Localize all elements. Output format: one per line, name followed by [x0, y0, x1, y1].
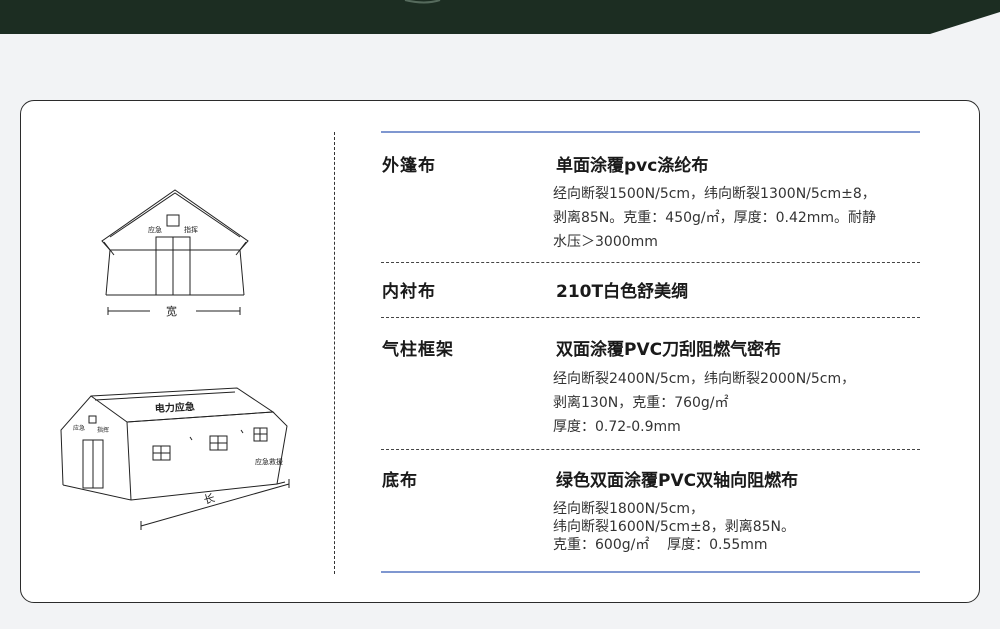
roof-text: 电力应急: [154, 400, 195, 415]
spec-label-floor: 底布: [382, 471, 418, 491]
row-separator-1: [381, 262, 920, 263]
row-separator-2: [381, 317, 920, 318]
tent-side-illustration: 电力应急 应急 指挥 应急救援 长: [60, 387, 290, 530]
bottom-accent-rule: [381, 571, 920, 573]
spec-title-lining: 210T白色舒美绸: [556, 282, 689, 302]
spec-desc-line: 剥离130N，克重：760g/㎡: [553, 395, 729, 411]
spec-desc-air-frame: 经向断裂2400N/5cm，纬向断裂2000N/5cm， 剥离130N，克重：7…: [553, 367, 923, 439]
side-sign: 应急救援: [255, 457, 283, 466]
spec-title-outer-fabric: 单面涂覆pvc涤纶布: [556, 156, 709, 176]
spec-desc-line: 经向断裂2400N/5cm，纬向断裂2000N/5cm，: [553, 371, 856, 387]
spec-desc-outer-fabric: 经向断裂1500N/5cm，纬向断裂1300N/5cm±8， 剥离85N。克重：…: [553, 182, 923, 254]
vertical-dashed-divider: [334, 132, 335, 574]
spec-desc-floor: 经向断裂1800N/5cm， 纬向断裂1600N/5cm±8，剥离85N。 克重…: [553, 500, 923, 554]
spec-desc-line: 克重：600g/㎡ 厚度：0.55mm: [553, 537, 768, 553]
tent-front-illustration: 应急 指挥 宽: [101, 189, 249, 318]
width-label: 宽: [166, 304, 177, 318]
spec-desc-line: 经向断裂1800N/5cm，: [553, 501, 705, 517]
spec-label-outer-fabric: 外篷布: [382, 156, 436, 176]
spec-title-air-frame: 双面涂覆PVC刀刮阻燃气密布: [556, 340, 782, 360]
front-sign-left: 应急: [148, 225, 162, 234]
spec-desc-line: 剥离85N。克重：450g/㎡，厚度：0.42mm。耐静: [553, 210, 877, 226]
spec-desc-line: 厚度：0.72-0.9mm: [553, 419, 681, 435]
top-accent-rule: [381, 131, 920, 133]
front-sign-right: 指挥: [184, 225, 198, 234]
spec-desc-line: 纬向断裂1600N/5cm±8，剥离85N。: [553, 519, 795, 535]
length-label: 长: [202, 491, 216, 507]
door-sign-left: 应急: [73, 424, 85, 432]
row-separator-3: [381, 449, 920, 450]
top-banner: [0, 0, 1000, 34]
spec-label-lining: 内衬布: [382, 282, 436, 302]
spec-desc-line: 水压＞3000mm: [553, 234, 658, 250]
spec-label-air-frame: 气柱框架: [382, 340, 454, 360]
door-sign-right: 指挥: [97, 426, 109, 434]
spec-title-floor: 绿色双面涂覆PVC双轴向阻燃布: [556, 471, 799, 491]
spec-desc-line: 经向断裂1500N/5cm，纬向断裂1300N/5cm±8，: [553, 186, 876, 202]
